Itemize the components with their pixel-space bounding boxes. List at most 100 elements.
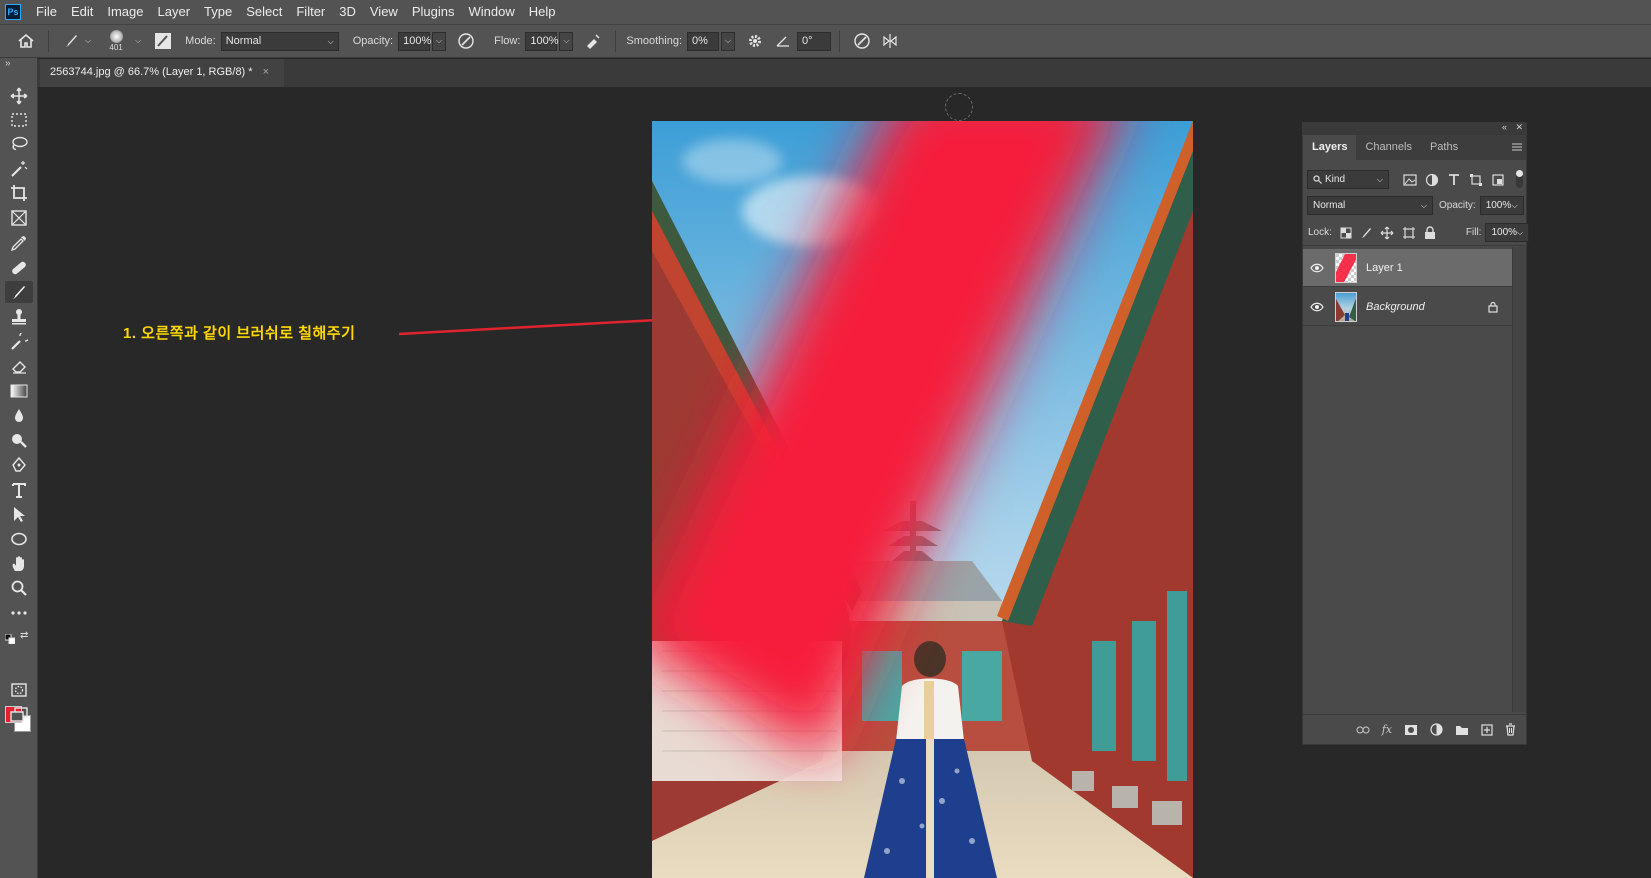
photoshop-logo[interactable]: Ps — [5, 4, 21, 20]
tab-paths[interactable]: Paths — [1421, 135, 1467, 160]
screen-mode-icon[interactable] — [8, 704, 30, 726]
path-selection-tool-icon[interactable] — [8, 503, 30, 525]
filter-adjustment-icon[interactable] — [1425, 173, 1439, 187]
collapse-panel-icon[interactable]: « — [1502, 122, 1507, 132]
opacity-label: Opacity: — [352, 35, 394, 47]
smoothing-input[interactable]: 0% — [687, 31, 720, 51]
menu-layer[interactable]: Layer — [151, 0, 198, 24]
layer-row-layer-1[interactable]: Layer 1 — [1303, 249, 1512, 287]
lock-position-icon[interactable] — [1380, 226, 1394, 240]
filter-pixel-icon[interactable] — [1403, 173, 1417, 186]
menu-edit[interactable]: Edit — [64, 0, 100, 24]
frame-tool-icon[interactable] — [8, 207, 30, 229]
menu-window[interactable]: Window — [461, 0, 521, 24]
pen-tool-icon[interactable] — [8, 454, 30, 476]
symmetry-icon[interactable] — [880, 31, 900, 51]
pressure-size-icon[interactable] — [852, 31, 872, 51]
menu-plugins[interactable]: Plugins — [405, 0, 462, 24]
gear-icon[interactable] — [745, 31, 765, 51]
history-brush-tool-icon[interactable] — [8, 331, 30, 353]
menu-file[interactable]: File — [29, 0, 64, 24]
document-tab[interactable]: 2563744.jpg @ 66.7% (Layer 1, RGB/8) * × — [40, 59, 284, 87]
pressure-opacity-icon[interactable] — [456, 31, 476, 51]
delete-layer-trash-icon[interactable] — [1505, 723, 1516, 736]
airbrush-icon[interactable] — [583, 31, 603, 51]
menu-3d[interactable]: 3D — [332, 0, 363, 24]
healing-brush-tool-icon[interactable] — [8, 257, 30, 279]
close-icon[interactable]: ✕ — [1515, 122, 1523, 133]
fill-input[interactable]: 100% ⌵ — [1485, 223, 1530, 242]
blur-tool-icon[interactable] — [8, 405, 30, 427]
new-layer-icon[interactable] — [1481, 723, 1493, 736]
hand-tool-icon[interactable] — [8, 553, 30, 575]
menu-select[interactable]: Select — [239, 0, 289, 24]
menu-image[interactable]: Image — [100, 0, 150, 24]
tab-layers[interactable]: Layers — [1303, 135, 1357, 160]
filter-shape-icon[interactable] — [1469, 173, 1483, 187]
swap-colors-icon[interactable]: ⇄ — [20, 630, 28, 641]
opacity-dropdown[interactable]: ⌵ — [432, 31, 447, 51]
lock-all-icon[interactable] — [1424, 225, 1436, 240]
blend-mode-select[interactable]: Normal ⌵ — [1307, 196, 1433, 215]
flow-dropdown[interactable]: ⌵ — [559, 31, 574, 51]
default-colors-icon[interactable] — [4, 631, 16, 649]
visibility-eye-icon[interactable] — [1303, 263, 1331, 273]
menu-type[interactable]: Type — [197, 0, 239, 24]
add-layer-style-icon[interactable]: fx — [1382, 723, 1392, 736]
brush-preset-icon[interactable] — [61, 31, 81, 51]
close-icon[interactable]: × — [263, 66, 269, 78]
magic-wand-tool-icon[interactable] — [8, 158, 30, 180]
layer-name[interactable]: Background — [1366, 301, 1425, 313]
link-layers-icon[interactable] — [1356, 725, 1370, 734]
opacity-input[interactable]: 100% — [398, 31, 431, 51]
menu-filter[interactable]: Filter — [289, 0, 332, 24]
lock-icon[interactable] — [1488, 301, 1498, 313]
panel-menu-icon[interactable] — [1512, 143, 1522, 151]
chevron-down-icon[interactable]: ⌵ — [135, 36, 141, 46]
marquee-tool-icon[interactable] — [8, 109, 30, 131]
layers-scrollbar[interactable] — [1512, 247, 1526, 712]
eyedropper-tool-icon[interactable] — [8, 232, 30, 254]
home-icon[interactable] — [16, 31, 36, 51]
lasso-tool-icon[interactable] — [8, 133, 30, 155]
menu-help[interactable]: Help — [522, 0, 563, 24]
zoom-tool-icon[interactable] — [8, 577, 30, 599]
smoothing-dropdown[interactable]: ⌵ — [721, 31, 736, 51]
angle-input[interactable]: 0° — [797, 31, 832, 51]
collapse-panel-icon[interactable]: » — [5, 58, 11, 69]
crop-tool-icon[interactable] — [8, 182, 30, 204]
new-adjustment-layer-icon[interactable] — [1430, 723, 1443, 736]
mode-select[interactable]: Normal ⌵ — [220, 31, 339, 51]
flow-input[interactable]: 100% — [525, 31, 559, 51]
dodge-tool-icon[interactable] — [8, 429, 30, 451]
filter-smart-object-icon[interactable] — [1491, 173, 1505, 187]
layer-name[interactable]: Layer 1 — [1366, 262, 1403, 274]
quick-mask-icon[interactable] — [8, 679, 30, 701]
clone-stamp-tool-icon[interactable] — [8, 306, 30, 328]
document-canvas[interactable] — [652, 121, 1193, 878]
add-mask-icon[interactable] — [1404, 724, 1418, 736]
chevron-down-icon[interactable]: ⌵ — [85, 36, 91, 46]
eraser-tool-icon[interactable] — [8, 355, 30, 377]
filter-kind-select[interactable]: Kind ⌵ — [1307, 170, 1389, 189]
more-tools-icon[interactable] — [8, 602, 30, 624]
lock-transparent-pixels-icon[interactable] — [1340, 227, 1352, 239]
visibility-eye-icon[interactable] — [1303, 302, 1331, 312]
filter-toggle-switch[interactable] — [1516, 170, 1523, 188]
filter-type-icon[interactable] — [1447, 173, 1461, 187]
lock-image-pixels-icon[interactable] — [1360, 227, 1372, 239]
menu-view[interactable]: View — [363, 0, 405, 24]
ellipse-tool-icon[interactable] — [8, 528, 30, 550]
tab-channels[interactable]: Channels — [1356, 135, 1420, 160]
brush-settings-panel-icon[interactable] — [153, 31, 173, 51]
layer-opacity-value: 100% — [1485, 200, 1512, 211]
type-tool-icon[interactable] — [8, 479, 30, 501]
lock-artboard-icon[interactable] — [1402, 226, 1416, 240]
layer-opacity-input[interactable]: 100% ⌵ — [1479, 196, 1524, 215]
brush-size-picker[interactable]: 401 — [101, 30, 131, 52]
brush-tool-icon[interactable] — [5, 281, 33, 303]
new-group-folder-icon[interactable] — [1455, 724, 1469, 736]
layer-row-background[interactable]: Background — [1303, 288, 1512, 326]
move-tool-icon[interactable] — [8, 85, 30, 107]
gradient-tool-icon[interactable] — [8, 380, 30, 402]
